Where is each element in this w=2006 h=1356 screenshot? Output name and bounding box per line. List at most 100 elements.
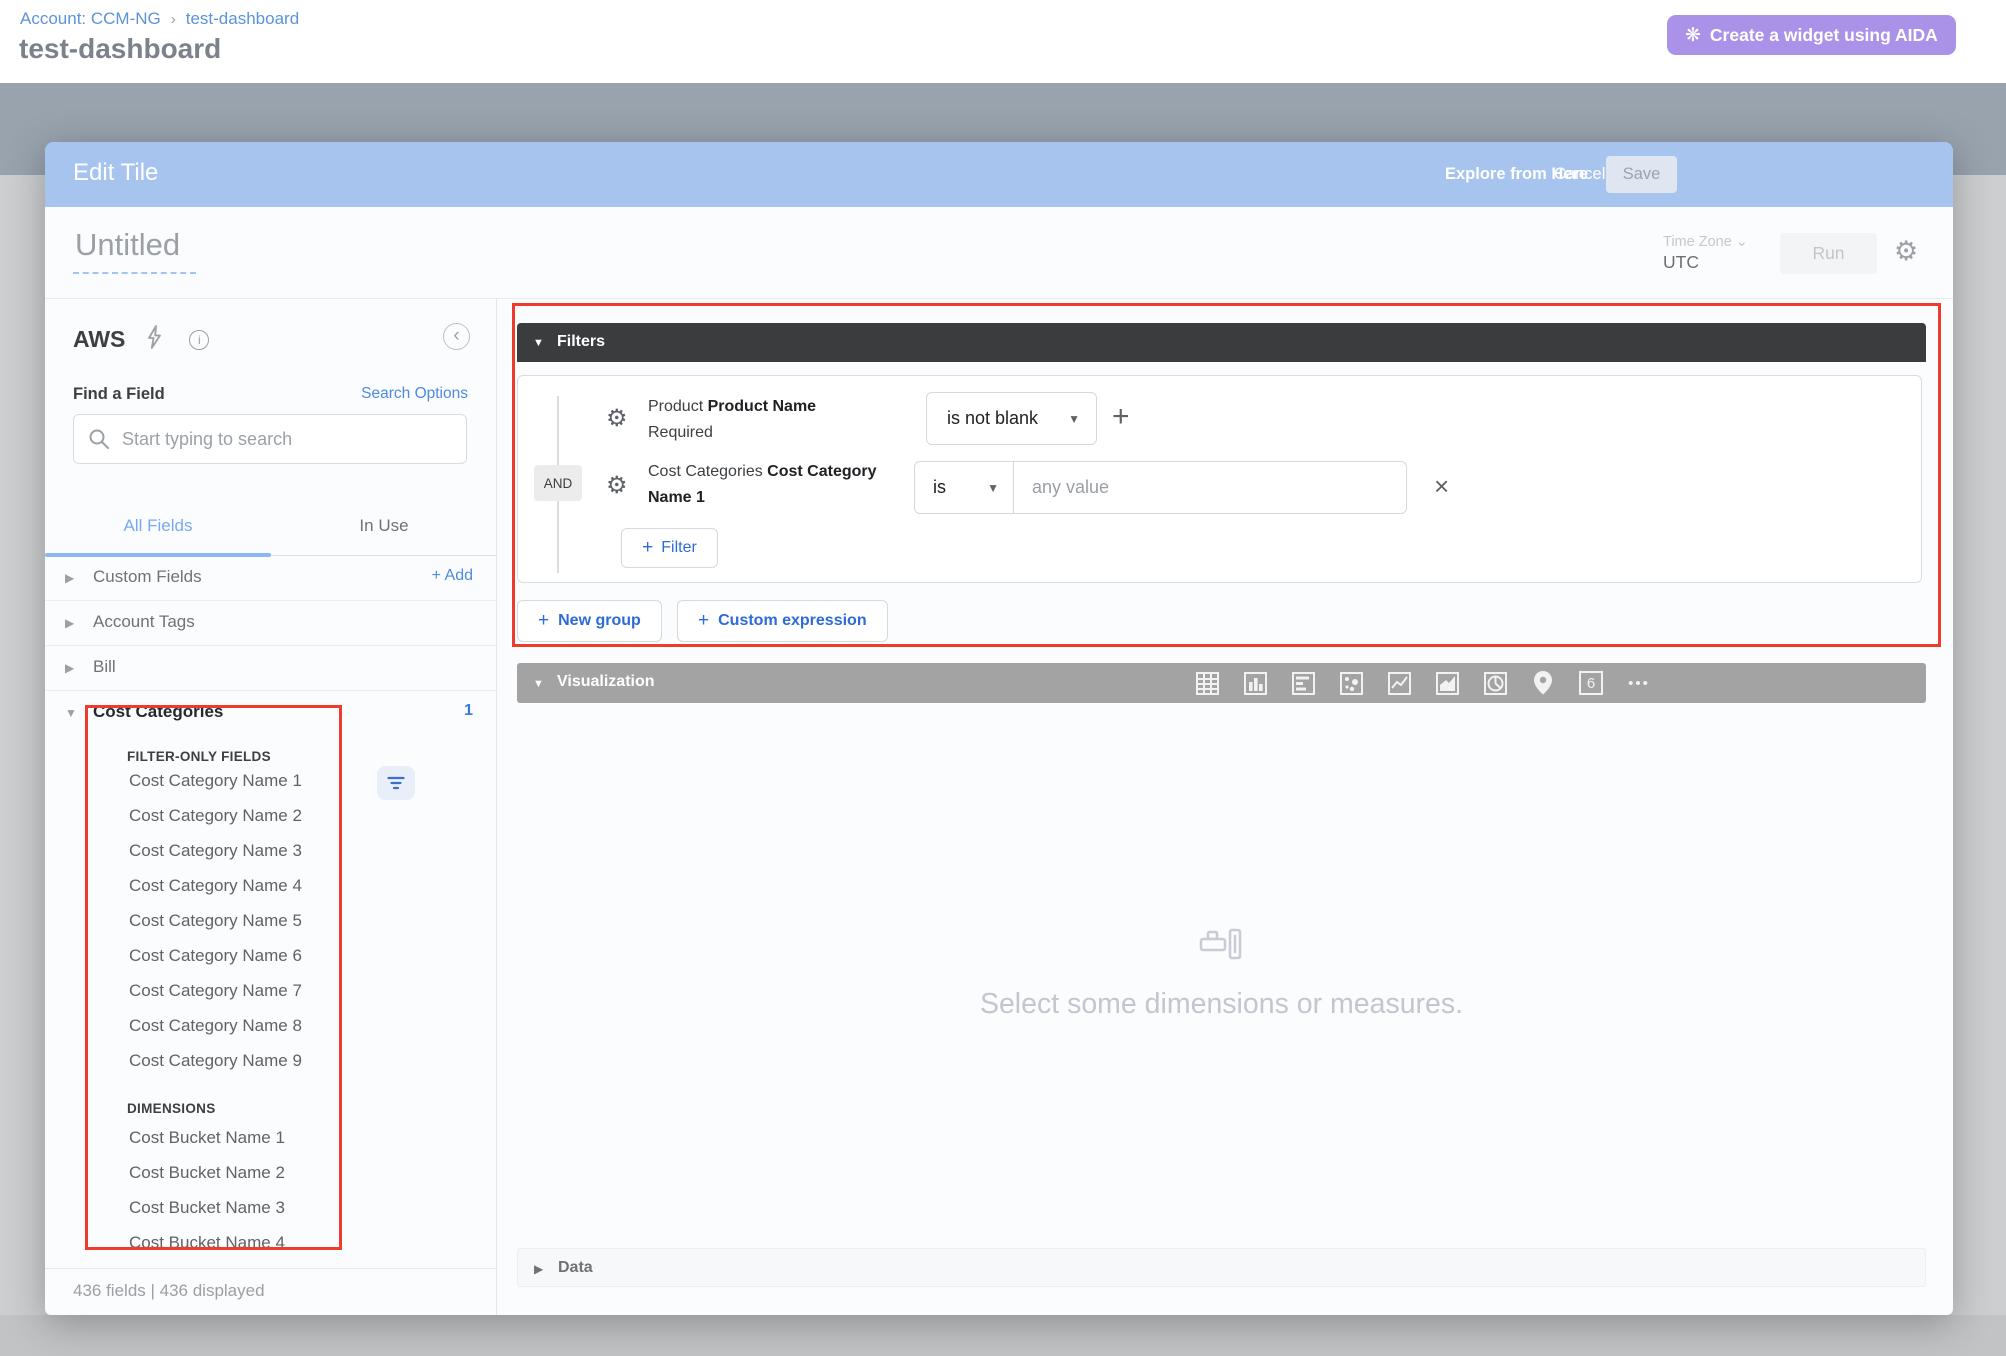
map-viz-icon[interactable] (1530, 670, 1556, 696)
find-a-field-label: Find a Field (73, 385, 165, 404)
tile-name-input[interactable]: Untitled (73, 227, 196, 274)
tile-settings-gear-icon[interactable]: ⚙ (1894, 238, 1918, 265)
filter-field-label: Product Product Name Required (648, 394, 898, 446)
viz-empty-state: Select some dimensions or measures. (517, 927, 1926, 1021)
screen: Account: CCM-NG › test-dashboard test-da… (0, 0, 2006, 1356)
add-filter-button[interactable]: + Filter (621, 528, 718, 568)
add-value-button[interactable]: + (1112, 400, 1130, 434)
data-section-header[interactable]: ▶ Data (517, 1248, 1926, 1287)
caret-right-icon: ▶ (65, 661, 74, 675)
sidebar-item-bill[interactable]: ▶ Bill (45, 646, 497, 691)
operator-dropdown[interactable]: is ▼ (914, 461, 1014, 514)
edit-tile-modal: Edit Tile Explore from Here Cancel Save … (45, 142, 1953, 1315)
more-viz-types-icon[interactable]: ••• (1626, 670, 1652, 696)
filter-gear-icon[interactable]: ⚙ (606, 471, 628, 500)
list-item-field[interactable]: Cost Bucket Name 1 (129, 1128, 285, 1148)
search-options-link[interactable]: Search Options (361, 385, 468, 403)
dropdown-caret-icon: ▼ (1068, 412, 1080, 426)
aida-flower-icon: ❋ (1685, 24, 1701, 47)
tab-in-use[interactable]: In Use (271, 516, 497, 536)
column-chart-viz-icon[interactable] (1242, 670, 1268, 696)
field-picker-sidebar: AWS i ‹ Find a Field Search Options All … (45, 299, 497, 1315)
tab-all-fields[interactable]: All Fields (45, 516, 271, 536)
filter-value-input[interactable] (1032, 477, 1388, 498)
filter-gear-icon[interactable]: ⚙ (606, 404, 628, 433)
and-connector-chip: AND (534, 465, 582, 501)
modal-cancel-button[interactable]: Cancel (1554, 165, 1605, 184)
field-search-input[interactable] (122, 429, 452, 450)
tile-titlebar: Untitled Time Zone ⌄ UTC Run ⚙ (45, 207, 1953, 299)
add-custom-field-button[interactable]: + Add (432, 567, 473, 585)
bolt-icon (145, 325, 163, 354)
breadcrumb-account-link[interactable]: Account: CCM-NG (20, 9, 161, 29)
timezone-label: Time Zone ⌄ (1663, 234, 1748, 250)
sidebar-item-custom-fields[interactable]: ▶ Custom Fields + Add (45, 556, 497, 601)
visualization-section-title: Visualization (557, 673, 655, 691)
single-value-viz-icon[interactable]: 6 (1578, 670, 1604, 696)
area-chart-viz-icon[interactable] (1434, 670, 1460, 696)
breadcrumb: Account: CCM-NG › test-dashboard (20, 9, 299, 29)
flashlight-icon (1199, 927, 1245, 961)
caret-down-icon: ▼ (533, 678, 544, 690)
sidebar-item-cost-categories[interactable]: ▼ Cost Categories 1 (45, 691, 497, 736)
pie-chart-viz-icon[interactable] (1482, 670, 1508, 696)
filter-required-note: Required (648, 424, 713, 441)
list-item-field[interactable]: Cost Category Name 8 (129, 1016, 302, 1036)
scatter-viz-icon[interactable] (1338, 670, 1364, 696)
info-icon[interactable]: i (189, 330, 209, 350)
operator-dropdown[interactable]: is not blank ▼ (926, 392, 1097, 445)
filter-field-label: Cost Categories Cost Category Name 1 (648, 459, 898, 511)
caret-right-icon: ▶ (65, 616, 74, 630)
line-chart-viz-icon[interactable] (1386, 670, 1412, 696)
list-item-field[interactable]: Cost Bucket Name 3 (129, 1198, 285, 1218)
breadcrumb-page-link[interactable]: test-dashboard (186, 9, 299, 29)
data-section-title: Data (558, 1259, 593, 1277)
caret-down-icon: ▼ (533, 337, 544, 349)
field-search-box[interactable] (73, 414, 467, 464)
viz-type-picker: 6 ••• (1194, 670, 1652, 696)
list-item-field[interactable]: Cost Category Name 7 (129, 981, 302, 1001)
viz-empty-message: Select some dimensions or measures. (517, 988, 1926, 1021)
filters-section-title: Filters (557, 333, 605, 351)
list-item-field[interactable]: Cost Category Name 5 (129, 911, 302, 931)
aida-button-label: Create a widget using AIDA (1710, 25, 1938, 46)
modal-backdrop-bottom (0, 1315, 2006, 1356)
page-title: test-dashboard (19, 33, 221, 65)
modal-header: Edit Tile Explore from Here Cancel Save (45, 142, 1953, 207)
list-item-field[interactable]: Cost Category Name 4 (129, 876, 302, 896)
dimensions-header: DIMENSIONS (127, 1101, 216, 1116)
list-item-field[interactable]: Cost Category Name 1 (129, 771, 302, 791)
caret-down-icon: ▼ (65, 706, 77, 720)
caret-right-icon: ▶ (534, 1262, 543, 1276)
list-item-field[interactable]: Cost Category Name 3 (129, 841, 302, 861)
run-button[interactable]: Run (1780, 233, 1877, 274)
collapse-sidebar-icon[interactable]: ‹ (443, 323, 470, 350)
field-tabs: All Fields In Use (45, 504, 497, 556)
custom-expression-button[interactable]: + Custom expression (677, 600, 888, 642)
plus-icon: + (698, 610, 709, 632)
list-item-field[interactable]: Cost Bucket Name 4 (129, 1233, 285, 1253)
list-item-field[interactable]: Cost Category Name 2 (129, 806, 302, 826)
list-item-field[interactable]: Cost Bucket Name 2 (129, 1163, 285, 1183)
timezone-selector[interactable]: Time Zone ⌄ UTC (1663, 234, 1748, 273)
connection-row: AWS i (73, 325, 209, 354)
search-icon (88, 428, 110, 450)
field-filter-button[interactable] (377, 766, 415, 800)
remove-filter-icon[interactable]: × (1434, 473, 1449, 499)
plus-icon: + (538, 610, 549, 632)
list-item-field[interactable]: Cost Category Name 6 (129, 946, 302, 966)
table-viz-icon[interactable] (1194, 670, 1220, 696)
filters-section-header[interactable]: ▼ Filters (517, 323, 1926, 362)
visualization-section-header[interactable]: ▼ Visualization (517, 663, 1926, 703)
new-group-button[interactable]: + New group (517, 600, 662, 642)
modal-save-button[interactable]: Save (1606, 156, 1677, 193)
filter-lines-icon (387, 776, 405, 790)
create-widget-aida-button[interactable]: ❋ Create a widget using AIDA (1667, 15, 1956, 55)
list-item-field[interactable]: Cost Category Name 9 (129, 1051, 302, 1071)
sidebar-item-account-tags[interactable]: ▶ Account Tags (45, 601, 497, 646)
bar-chart-viz-icon[interactable] (1290, 670, 1316, 696)
breadcrumb-separator-icon: › (171, 11, 176, 28)
in-use-count-badge: 1 (464, 702, 473, 720)
filter-rows-container: ⚙ Product Product Name Required is not b… (517, 375, 1922, 583)
filter-value-field[interactable] (1014, 461, 1407, 514)
